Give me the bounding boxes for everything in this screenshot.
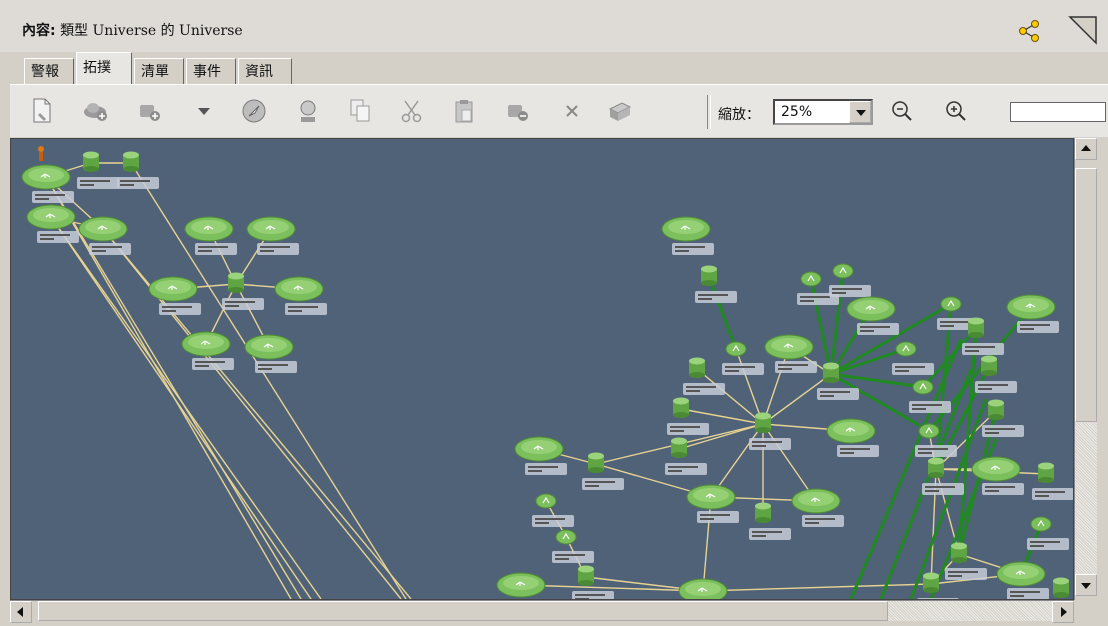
scroll-down-button[interactable] bbox=[1075, 574, 1097, 596]
vertical-scrollbar[interactable] bbox=[1074, 138, 1098, 600]
zoom-search-input[interactable] bbox=[1010, 102, 1106, 122]
scroll-right-button[interactable] bbox=[1052, 601, 1074, 623]
zoom-out-icon[interactable] bbox=[888, 97, 916, 125]
export-icon[interactable] bbox=[606, 97, 634, 125]
horizontal-scrollbar[interactable] bbox=[10, 600, 1074, 623]
vertical-scroll-track[interactable] bbox=[1075, 422, 1097, 574]
topology-map bbox=[21, 146, 1073, 599]
zoom-in-icon[interactable] bbox=[942, 97, 970, 125]
chevron-down-icon[interactable] bbox=[849, 101, 871, 123]
toolbar-separator bbox=[707, 95, 711, 129]
alarm-person-icon[interactable] bbox=[38, 146, 44, 161]
add-node-icon[interactable] bbox=[136, 97, 164, 125]
collapse-corner-icon[interactable] bbox=[1068, 15, 1098, 45]
tab-alarms[interactable]: 警報 bbox=[24, 58, 74, 84]
toolbar: 縮放： 25% bbox=[10, 84, 1108, 137]
compass-icon[interactable] bbox=[240, 97, 268, 125]
tab-topology[interactable]: 拓撲 bbox=[76, 52, 132, 84]
delete-icon[interactable] bbox=[558, 97, 586, 125]
title-bar: 內容: 類型 Universe 的 Universe bbox=[0, 0, 1108, 52]
remove-icon[interactable] bbox=[504, 97, 532, 125]
share-icon[interactable] bbox=[1018, 20, 1040, 42]
topology-window: 內容: 類型 Universe 的 Universe 警報 拓撲 清單 事件 資… bbox=[0, 0, 1108, 625]
copy-icon[interactable] bbox=[346, 97, 374, 125]
title-text: 類型 Universe 的 Universe bbox=[60, 23, 243, 39]
scroll-left-button[interactable] bbox=[10, 601, 32, 623]
arrow-left-icon bbox=[17, 607, 23, 617]
topology-canvas[interactable] bbox=[10, 138, 1074, 600]
paste-icon[interactable] bbox=[450, 97, 478, 125]
new-document-icon[interactable] bbox=[28, 97, 56, 125]
tab-events[interactable]: 事件 bbox=[186, 58, 236, 84]
arrow-down-icon bbox=[1081, 583, 1091, 589]
cut-icon[interactable] bbox=[398, 97, 426, 125]
add-cloud-icon[interactable] bbox=[82, 97, 110, 125]
horizontal-scroll-thumb[interactable] bbox=[38, 601, 888, 621]
tab-list[interactable]: 清單 bbox=[134, 58, 184, 84]
zoom-label: 縮放： bbox=[718, 107, 760, 123]
scroll-corner bbox=[1074, 600, 1098, 622]
dropdown-arrow-icon[interactable] bbox=[190, 97, 218, 125]
find-icon[interactable] bbox=[294, 97, 322, 125]
scroll-up-button[interactable] bbox=[1075, 138, 1097, 160]
title-prefix: 內容: bbox=[22, 23, 56, 39]
arrow-up-icon bbox=[1081, 145, 1091, 151]
arrow-right-icon bbox=[1061, 607, 1067, 617]
horizontal-scroll-track[interactable] bbox=[888, 601, 1052, 621]
zoom-value: 25% bbox=[781, 104, 813, 120]
window-title: 內容: 類型 Universe 的 Universe bbox=[22, 20, 243, 40]
vertical-scroll-thumb[interactable] bbox=[1075, 168, 1097, 422]
tab-info[interactable]: 資訊 bbox=[238, 58, 292, 84]
zoom-select[interactable]: 25% bbox=[773, 99, 873, 125]
